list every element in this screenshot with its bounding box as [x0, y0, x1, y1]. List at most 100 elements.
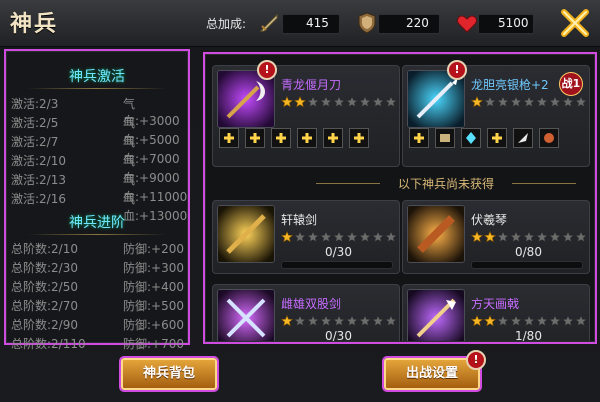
total-bonus-label: 总加成: [206, 17, 247, 31]
star-empty-icon [562, 96, 574, 108]
slot-plus-icon[interactable] [409, 128, 429, 148]
slot-plus-icon[interactable] [349, 128, 369, 148]
weapon-name: 雌雄双股剑 [281, 297, 342, 311]
star-empty-icon [523, 96, 535, 108]
star-empty-icon [320, 231, 332, 243]
crystal-gem-icon[interactable] [461, 128, 481, 148]
star-filled-icon [281, 315, 293, 327]
progress-text: 0/80 [515, 245, 542, 259]
star-filled-icon [281, 96, 293, 108]
star-empty-icon [510, 231, 522, 243]
star-filled-icon [484, 315, 496, 327]
weapon-card-qinglong[interactable]: ! 青龙偃月刀 [212, 60, 400, 167]
slot-plus-icon[interactable] [323, 128, 343, 148]
fragment-progress: 0/80 [471, 245, 583, 269]
star-empty-icon [549, 315, 561, 327]
battle-setup-label: 出战设置 [405, 366, 458, 381]
star-empty-icon [510, 96, 522, 108]
star-empty-icon [307, 315, 319, 327]
twin-swords-icon [218, 290, 274, 341]
weapon-grid-panel[interactable]: ! 青龙偃月刀 ! 龙胆亮银枪+2 战1 以下神兵尚未获得 轩辕剑 0/30 伏… [203, 52, 597, 344]
star-empty-icon [372, 315, 384, 327]
star-filled-icon [471, 315, 483, 327]
star-empty-icon [497, 96, 509, 108]
heart-icon [457, 15, 477, 33]
star-rating [281, 96, 397, 108]
star-empty-icon [372, 231, 384, 243]
fragment-progress: 0/30 [325, 329, 352, 342]
star-filled-icon [294, 96, 306, 108]
star-empty-icon [372, 96, 384, 108]
gem-slots [219, 128, 369, 148]
unowned-divider: 以下神兵尚未获得 [316, 175, 576, 192]
weapon-name: 轩辕剑 [281, 213, 318, 227]
star-empty-icon [562, 315, 574, 327]
star-empty-icon [333, 315, 345, 327]
star-empty-icon [294, 231, 306, 243]
star-empty-icon [575, 315, 587, 327]
weapon-image [407, 205, 465, 263]
star-empty-icon [307, 231, 319, 243]
defense-stat: 220 [358, 11, 440, 35]
progress-text: 0/30 [325, 245, 352, 259]
progress-text: 1/80 [515, 329, 542, 342]
star-empty-icon [307, 96, 319, 108]
star-empty-icon [359, 96, 371, 108]
star-rating [281, 315, 397, 327]
star-filled-icon [471, 96, 483, 108]
weapon-card-xuanyuan[interactable]: 轩辕剑 0/30 [212, 200, 400, 274]
weapon-bag-button[interactable]: 神兵背包 [119, 356, 219, 392]
star-filled-icon [484, 231, 496, 243]
fire-gem-icon[interactable] [539, 128, 559, 148]
zither-icon [408, 206, 464, 262]
slot-plus-icon[interactable] [297, 128, 317, 148]
shield-icon [358, 12, 376, 34]
weapon-card-fuxi[interactable]: 伏羲琴 0/80 [402, 200, 590, 274]
weapon-image [217, 289, 275, 341]
advance-row: 总阶数:2/10 防御:+200 [11, 242, 185, 256]
progress-bar [281, 261, 393, 269]
top-bar: 神兵 总加成: 415 220 5100 [0, 0, 600, 47]
star-empty-icon [333, 231, 345, 243]
star-empty-icon [510, 315, 522, 327]
scroll-gem-icon[interactable] [435, 128, 455, 148]
star-empty-icon [536, 315, 548, 327]
weapon-card-fangtian[interactable]: 方天画戟 1/80 [402, 284, 590, 342]
star-empty-icon [575, 96, 587, 108]
star-empty-icon [346, 315, 358, 327]
weapon-image [407, 289, 465, 341]
slot-plus-icon[interactable] [245, 128, 265, 148]
feather-gem-icon[interactable] [513, 128, 533, 148]
bonus-summary-panel: 神兵激活 激活:2/3 气血:+3000 激活:2/5 气血:+5000 激活:2/… [4, 49, 190, 351]
star-rating [471, 315, 587, 327]
star-empty-icon [497, 231, 509, 243]
battle-setup-button[interactable]: 出战设置 ! [382, 350, 486, 392]
weapon-name: 伏羲琴 [471, 213, 508, 227]
progress-text: 0/30 [325, 329, 352, 342]
star-empty-icon [523, 315, 535, 327]
star-empty-icon [359, 315, 371, 327]
slot-plus-icon[interactable] [487, 128, 507, 148]
advance-row: 总阶数:2/70 防御:+500 [11, 299, 185, 313]
weapon-card-longdan[interactable]: ! 龙胆亮银枪+2 战1 [402, 60, 590, 167]
star-empty-icon [562, 231, 574, 243]
star-empty-icon [320, 315, 332, 327]
weapon-card-cixiong[interactable]: 雌雄双股剑 0/30 [212, 284, 400, 342]
weapon-image [217, 205, 275, 263]
game-screen: 神兵 总加成: 415 220 5100 神兵激活 激活:2/3 气血:+300… [0, 0, 600, 402]
weapon-name: 龙胆亮银枪+2 [471, 78, 549, 92]
star-empty-icon [497, 315, 509, 327]
star-empty-icon [385, 231, 397, 243]
battle-badge: 战1 [559, 72, 583, 96]
page-title: 神兵 [10, 11, 59, 37]
close-icon[interactable] [560, 6, 592, 38]
slot-plus-icon[interactable] [219, 128, 239, 148]
star-empty-icon [385, 315, 397, 327]
slot-plus-icon[interactable] [271, 128, 291, 148]
star-empty-icon [523, 231, 535, 243]
star-empty-icon [385, 96, 397, 108]
fragment-progress: 0/30 [281, 245, 393, 269]
star-filled-icon [281, 231, 293, 243]
battle-alert-icon: ! [466, 350, 486, 370]
weapon-name: 青龙偃月刀 [281, 78, 342, 92]
